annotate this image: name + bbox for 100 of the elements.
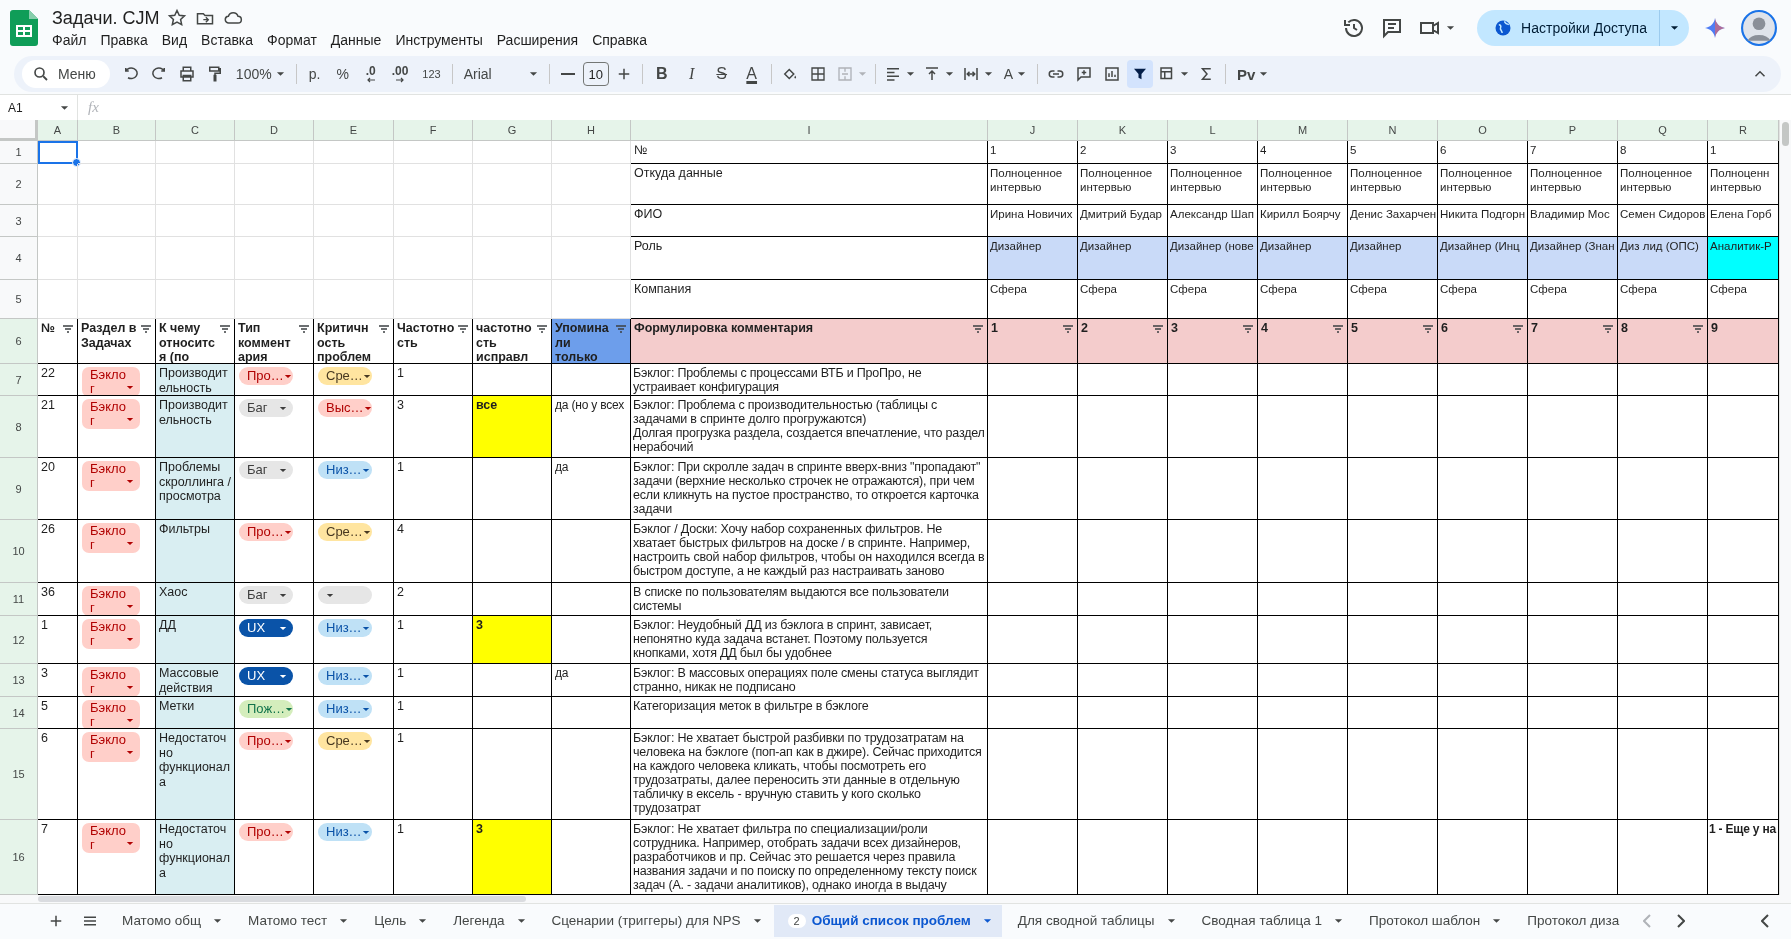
filter-icon[interactable] xyxy=(536,324,548,334)
sheet-tab[interactable]: Протокол диза xyxy=(1513,904,1630,937)
filter-icon[interactable] xyxy=(1152,324,1164,334)
menu-item[interactable]: Формат xyxy=(260,30,324,49)
row-header[interactable]: 4 xyxy=(0,237,38,280)
zoom-select[interactable]: 100% xyxy=(229,60,291,88)
dropdown-chip[interactable]: Низ… xyxy=(318,823,372,841)
dropdown-chip[interactable]: Сре… xyxy=(318,732,372,750)
sheet-tab[interactable]: Сценарии (триггеры) для NPS xyxy=(537,904,772,937)
dropdown-chip[interactable]: UX xyxy=(239,667,293,685)
menu-item[interactable]: Инструменты xyxy=(388,30,490,49)
number-format-button[interactable]: 123 xyxy=(416,60,447,88)
column-header[interactable]: G xyxy=(473,120,552,141)
scrollbar-thumb[interactable] xyxy=(38,896,526,902)
row-header[interactable]: 3 xyxy=(0,205,38,237)
column-header[interactable]: O xyxy=(1438,120,1528,141)
dropdown-chip[interactable]: Бэклог xyxy=(82,700,140,728)
dropdown-chip[interactable]: Баг xyxy=(239,586,293,604)
dropdown-chip[interactable]: Бэклог xyxy=(82,461,140,491)
filter-icon[interactable] xyxy=(1422,324,1434,334)
sheet-tab[interactable]: Матомо общ xyxy=(108,904,233,937)
dropdown-chip[interactable]: Бэклог xyxy=(82,823,140,853)
increase-decimals-button[interactable]: .00 xyxy=(385,60,415,88)
row-header[interactable]: 13 xyxy=(0,664,38,697)
dropdown-chip[interactable]: Бэклог xyxy=(82,399,140,429)
dropdown-chip[interactable]: Бэклог xyxy=(82,523,140,553)
filter-icon[interactable] xyxy=(219,324,231,334)
row-header[interactable]: 8 xyxy=(0,396,38,458)
dropdown-chip[interactable]: Про… xyxy=(239,367,293,385)
fill-handle[interactable] xyxy=(72,158,81,167)
input-tools-button[interactable]: Pv xyxy=(1231,60,1275,88)
dropdown-chip[interactable]: Про… xyxy=(239,823,293,841)
menu-item[interactable]: Правка xyxy=(93,30,155,49)
dropdown-chip[interactable]: Сре… xyxy=(318,367,372,385)
vertical-scrollbar[interactable] xyxy=(1779,120,1791,895)
bold-button[interactable]: B xyxy=(647,60,676,88)
column-header[interactable]: C xyxy=(156,120,235,141)
row-header[interactable]: 1 xyxy=(0,141,38,164)
menu-search-button[interactable]: Меню xyxy=(22,60,110,88)
percent-button[interactable]: % xyxy=(329,60,356,88)
decrease-decimals-button[interactable]: .0 xyxy=(357,60,384,88)
filter-icon[interactable] xyxy=(457,324,469,334)
row-header[interactable]: 6 xyxy=(0,319,38,364)
font-select[interactable]: Arial xyxy=(457,60,544,88)
row-header[interactable]: 5 xyxy=(0,280,38,319)
font-size-field[interactable]: 10 xyxy=(582,62,609,86)
menu-item[interactable]: Данные xyxy=(323,30,389,49)
column-header[interactable]: J xyxy=(988,120,1078,141)
filter-icon[interactable] xyxy=(1692,324,1704,334)
filter-icon[interactable] xyxy=(1332,324,1344,334)
menu-item[interactable]: Справка xyxy=(585,30,655,49)
dropdown-chip[interactable]: Низ… xyxy=(318,461,372,479)
menu-item[interactable]: Вид xyxy=(154,30,195,49)
sheets-logo-icon[interactable] xyxy=(10,10,38,46)
sheet-tab[interactable]: Сводная таблица 1 xyxy=(1187,904,1353,937)
column-header[interactable]: H xyxy=(552,120,631,141)
dropdown-chip[interactable]: Низ… xyxy=(318,700,372,718)
filter-button[interactable] xyxy=(1127,60,1154,88)
column-header[interactable]: P xyxy=(1528,120,1618,141)
menu-item[interactable]: Файл xyxy=(45,30,94,49)
filter-icon[interactable] xyxy=(1062,324,1074,334)
star-icon[interactable] xyxy=(167,8,188,28)
filter-icon[interactable] xyxy=(1602,324,1614,334)
dropdown-chip[interactable]: Бэклог xyxy=(82,586,140,615)
row-header[interactable]: 2 xyxy=(0,164,38,205)
dropdown-chip[interactable]: Бэклог xyxy=(82,667,140,696)
currency-button[interactable]: р. xyxy=(301,60,328,88)
sheet-tab[interactable]: Для сводной таблицы xyxy=(1003,904,1186,937)
column-header[interactable]: M xyxy=(1258,120,1348,141)
sheet-tab[interactable]: 2 Общий список проблем xyxy=(773,904,1002,937)
dropdown-chip[interactable]: Бэклог xyxy=(82,367,140,395)
italic-button[interactable]: I xyxy=(677,60,706,88)
scrollbar-thumb[interactable] xyxy=(1782,122,1789,146)
filter-icon[interactable] xyxy=(1242,324,1254,334)
row-header[interactable]: 11 xyxy=(0,583,38,616)
column-header[interactable]: L xyxy=(1168,120,1258,141)
text-color-button[interactable]: A xyxy=(737,60,766,88)
dropdown-chip[interactable]: Про… xyxy=(239,523,293,541)
filter-icon[interactable] xyxy=(378,324,390,334)
row-header[interactable]: 15 xyxy=(0,729,38,820)
filter-icon[interactable] xyxy=(62,324,74,334)
row-header[interactable]: 10 xyxy=(0,520,38,583)
column-header[interactable]: I xyxy=(631,120,988,141)
column-header[interactable]: B xyxy=(78,120,156,141)
dropdown-chip[interactable]: Бэклог xyxy=(82,619,140,649)
column-header[interactable]: K xyxy=(1078,120,1168,141)
column-header[interactable]: A xyxy=(38,120,78,141)
avatar[interactable] xyxy=(1741,10,1777,46)
sheet-tab[interactable]: Цель xyxy=(360,904,438,937)
menu-item[interactable]: Вставка xyxy=(194,30,261,49)
strikethrough-button[interactable]: S xyxy=(707,60,736,88)
text-rotation-button[interactable]: A xyxy=(997,60,1033,88)
sheet-tab[interactable]: Матомо тест xyxy=(234,904,359,937)
selected-cell[interactable] xyxy=(38,141,78,164)
row-header[interactable]: 14 xyxy=(0,697,38,729)
column-header[interactable]: D xyxy=(235,120,314,141)
column-header[interactable]: N xyxy=(1348,120,1438,141)
row-header[interactable]: 9 xyxy=(0,458,38,520)
column-header[interactable]: R xyxy=(1708,120,1779,141)
dropdown-chip[interactable]: UX xyxy=(239,619,293,637)
